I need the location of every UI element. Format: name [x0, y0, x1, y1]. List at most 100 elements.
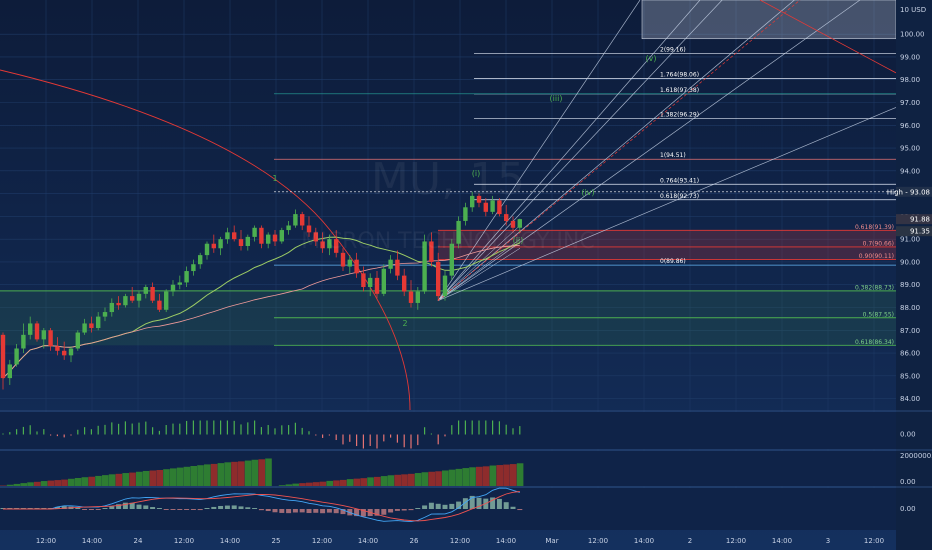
panel-axis-label: 0.00 — [900, 431, 916, 439]
candle-body — [0, 334, 6, 379]
y-tick-label: 87.00 — [900, 327, 920, 335]
candle-body — [184, 271, 189, 283]
volume-bar — [326, 480, 333, 486]
candle-body — [402, 275, 407, 292]
x-tick-label: 12:00 — [36, 537, 56, 545]
candle-body — [347, 259, 352, 267]
panel-axis-label: 2000000.00 — [900, 452, 932, 460]
indicator-panels: 0.00 2000000.00 0.00 0.00 — [0, 410, 932, 530]
candle-body — [232, 232, 237, 240]
fib-extension-label: 0.764(93.41) — [660, 177, 699, 184]
candle-body — [510, 220, 516, 228]
x-tick-label: 3 — [826, 537, 830, 545]
volume-bar — [102, 475, 109, 486]
x-tick-label: 12:00 — [864, 537, 884, 545]
macd-histogram-bar — [326, 509, 332, 513]
y-tick-label: 85.00 — [900, 372, 920, 380]
candle-body — [123, 296, 128, 306]
candle-body — [157, 300, 162, 310]
chart-area[interactable]: 0.382(88.73) 0.5(87.55) 0.618(86.34) 0.618(… — [0, 0, 932, 550]
x-tick-label: 14:00 — [82, 537, 102, 545]
volume-bar — [353, 478, 361, 486]
volume-bar — [34, 481, 41, 486]
x-tick-label: 14:00 — [358, 537, 378, 545]
candle-body — [82, 323, 87, 333]
volume-bar — [190, 466, 197, 486]
macd-histogram-bar — [286, 509, 292, 514]
macd-histogram-bar — [320, 509, 326, 514]
candle-body — [300, 214, 305, 226]
volume-bar — [54, 480, 61, 486]
fib-extension-label: 1.618(97.38) — [660, 87, 699, 94]
volume-bar — [81, 477, 89, 486]
volume-bar — [285, 484, 293, 486]
volume-bar — [482, 466, 490, 486]
macd-histogram-bar — [306, 509, 312, 514]
volume-bar — [129, 472, 136, 486]
candle-body — [463, 207, 468, 221]
overlay-lines — [0, 0, 932, 411]
volume-bar — [299, 483, 306, 486]
candlestick-chart[interactable]: 0.382(88.73) 0.5(87.55) 0.618(86.34) 0.618(… — [0, 0, 932, 550]
candle-body — [395, 259, 400, 276]
x-tick-label: 12:00 — [588, 537, 608, 545]
volume-bar — [503, 464, 510, 486]
y-tick-label: 95.00 — [900, 145, 920, 153]
volume-bar — [176, 467, 184, 486]
candle-body — [374, 277, 380, 294]
volume-bar — [68, 478, 75, 486]
macd-histogram-bar — [109, 506, 115, 509]
volume-bar — [40, 481, 48, 486]
candle-body — [150, 287, 155, 301]
candle-body — [68, 348, 74, 356]
wave-label: 2 — [402, 319, 407, 328]
volume-bar — [238, 461, 245, 486]
volume-bar — [340, 479, 347, 486]
macd-histogram-bar — [224, 505, 230, 509]
x-tick-label: 12:00 — [312, 537, 332, 545]
candle-body — [41, 330, 46, 340]
x-tick-label: 25 — [272, 537, 281, 545]
candle-body — [7, 364, 12, 379]
y-tick-label: 94.00 — [900, 167, 920, 175]
candle-body — [272, 234, 278, 242]
volume-bar — [278, 485, 286, 486]
fib-retracement-label: 0.618(86.34) — [855, 339, 894, 346]
candle-body — [238, 239, 244, 246]
macd-histogram-bar — [88, 509, 94, 510]
volume-bar — [476, 466, 483, 486]
candle-body — [191, 264, 196, 272]
fib-retracement-label: 0.7(90.66) — [863, 240, 894, 247]
macd-histogram-bar — [265, 509, 271, 512]
volume-bar — [360, 478, 367, 486]
macd-histogram-bar — [449, 503, 455, 509]
candle-body — [442, 275, 448, 297]
volume-bar — [115, 473, 123, 486]
target-box — [641, 0, 897, 40]
candle-body — [388, 259, 393, 269]
macd-histogram-bar — [503, 502, 509, 509]
volume-bar — [6, 484, 14, 486]
x-tick-label: Mar — [545, 537, 558, 545]
candle-body — [164, 291, 169, 310]
volume-bar — [47, 480, 55, 486]
volume-bar — [292, 483, 299, 486]
volume-bar — [510, 464, 517, 486]
fib-extension-label: 1.764(98.06) — [660, 71, 699, 78]
macd-histogram-bar — [143, 505, 149, 509]
candle-body — [96, 316, 101, 328]
macd-histogram-bar — [435, 503, 441, 509]
candle-body — [34, 323, 40, 340]
macd-histogram-bar — [184, 509, 190, 510]
volume-bar — [244, 460, 252, 486]
fib-extension-label: 2(99.16) — [660, 46, 686, 53]
candle-body — [415, 291, 420, 303]
macd-histogram-bar — [442, 504, 448, 509]
macd-histogram-bar — [313, 509, 319, 513]
volume-bar — [435, 471, 442, 486]
volume-bar — [306, 482, 313, 486]
time-axis[interactable]: 12:00 14:00 24 12:00 14:00 25 12:00 14:00 26 12:0… — [36, 537, 884, 545]
volume-bar — [183, 466, 191, 486]
candle-body — [517, 219, 522, 228]
candle-body — [279, 230, 284, 242]
